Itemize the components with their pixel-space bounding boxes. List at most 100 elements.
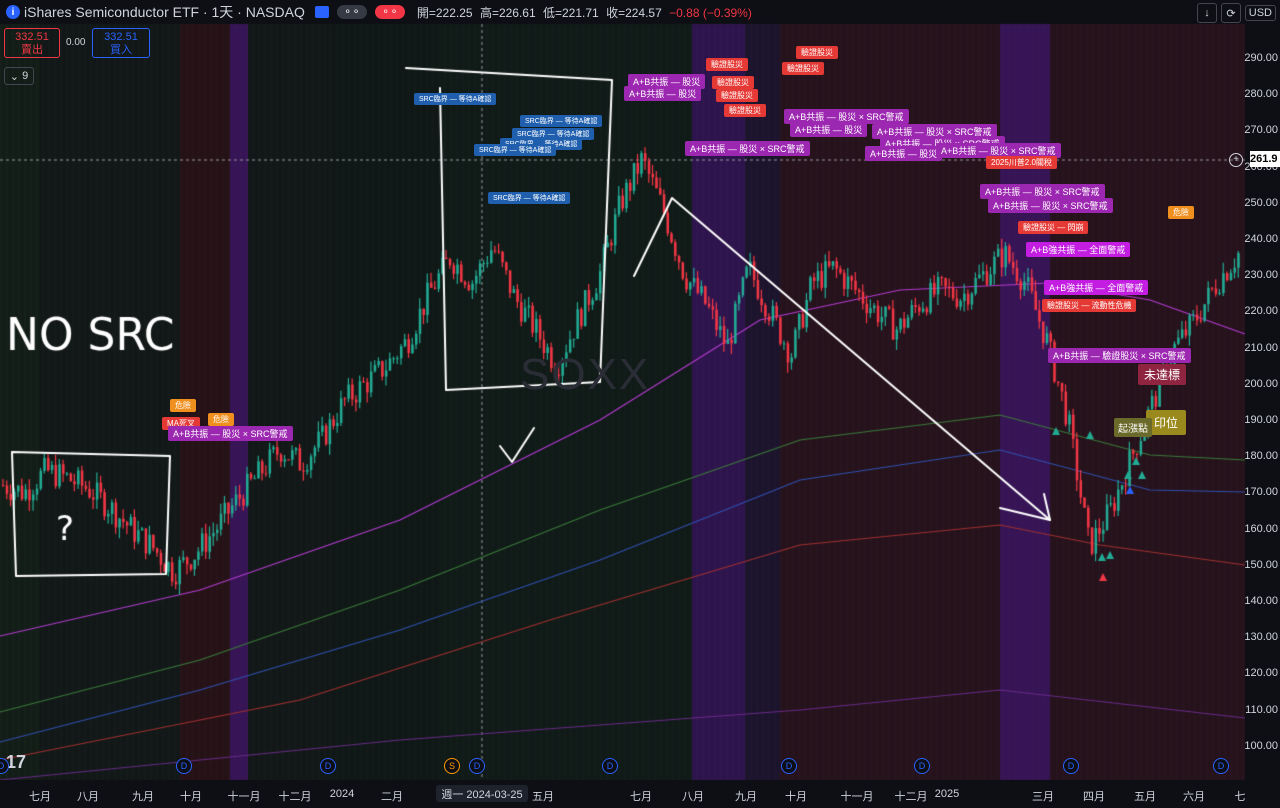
add-price-icon[interactable]: + — [1229, 153, 1243, 167]
chart-header: i iShares Semiconductor ETF · 1天 · NASDA… — [0, 0, 1280, 24]
price-tick: 100.00 — [1244, 739, 1278, 752]
src-label: SRC臨界 — 等待A確認 — [474, 144, 557, 156]
change-value: −0.88 (−0.39%) — [669, 5, 752, 20]
price-tick: 290.00 — [1244, 52, 1278, 64]
buy-label: 買入 — [110, 44, 132, 56]
price-tick: 250.00 — [1244, 196, 1278, 209]
dividend-icon[interactable]: D — [602, 758, 618, 774]
time-tick: 2024 — [329, 788, 355, 800]
low-value: 低=221.71 — [543, 5, 599, 20]
crash-label: 驗證股災 — [712, 76, 754, 89]
refresh-icon[interactable]: ⟳ — [1221, 3, 1241, 23]
price-tick: 180.00 — [1244, 450, 1278, 463]
time-tick: 十一月 — [840, 791, 874, 803]
buy-price: 332.51 — [104, 31, 138, 43]
crash-label: 驗證股災 — [782, 62, 824, 75]
price-tick: 160.00 — [1244, 522, 1278, 535]
time-tick: 八月 — [77, 791, 99, 803]
time-tick: 七月 — [29, 791, 51, 803]
time-tick: 七月 — [630, 791, 652, 803]
price-tick: 280.00 — [1244, 88, 1278, 101]
crash-label: 驗證股災 — [796, 46, 838, 59]
src-label: SRC臨界 — 等待A確認 — [488, 192, 571, 204]
price-tick: 140.00 — [1244, 595, 1278, 607]
time-tick: 五月 — [1134, 791, 1156, 803]
currency-button[interactable]: USD — [1244, 5, 1276, 21]
time-tick: 二月 — [381, 791, 403, 803]
price-tick: 190.00 — [1244, 414, 1278, 426]
dividend-icon[interactable]: D — [914, 758, 930, 774]
price-tick: 110.00 — [1245, 703, 1278, 716]
time-tick: 十月 — [785, 791, 807, 803]
price-tick: 200.00 — [1244, 377, 1278, 390]
liquidity-label: 驗證股災 — 流動性危機 — [1042, 299, 1137, 312]
price-tick: 270.00 — [1244, 124, 1278, 137]
tariff-label: 2025川普2.0關稅 — [986, 156, 1057, 169]
sell-label: 賣出 — [21, 44, 43, 56]
symbol-title[interactable]: iShares Semiconductor ETF · 1天 · NASDAQ — [24, 2, 305, 22]
buy-button[interactable]: 332.51 買入 — [92, 28, 150, 58]
indicators-collapse-button[interactable]: ⌄ 9 — [4, 67, 34, 85]
visibility-toggle-icon[interactable]: ⚬⚬ — [336, 5, 367, 19]
dividend-icon[interactable]: D — [320, 758, 336, 774]
danger-label: 危險 — [1168, 206, 1194, 219]
flash-crash-label: 驗證股災 — 閃崩 — [1018, 221, 1089, 234]
danger-label: 危險 — [208, 413, 234, 426]
time-tick: 七 — [1234, 791, 1246, 803]
mark-position-label: 印位 — [1146, 410, 1187, 435]
sell-price: 332.51 — [15, 31, 49, 43]
sell-button[interactable]: 332.51 賣出 — [4, 28, 60, 58]
strong-signal-label: A+B強共振 — 全面警戒 — [1026, 242, 1131, 257]
price-tick: 230.00 — [1244, 269, 1278, 282]
signal-label: A+B共振 — 股災 × SRC警戒 — [168, 426, 293, 441]
time-tick: 三月 — [1032, 791, 1054, 803]
time-tick: 九月 — [132, 791, 154, 803]
scroll-down-icon[interactable]: ↓ — [1197, 3, 1217, 23]
crash-label: 驗證股災 — [716, 89, 758, 102]
split-icon[interactable]: S — [444, 758, 460, 774]
current-price-tag: 261.9 — [1250, 151, 1280, 167]
time-tick: 九月 — [735, 791, 757, 803]
tradingview-logo[interactable]: 17 — [6, 752, 26, 773]
signal-label: A+B共振 — 股災 × SRC警戒 — [980, 184, 1105, 199]
open-value: 開=222.25 — [416, 5, 473, 20]
crash-label: 驗證股災 — [724, 104, 766, 117]
signal-label: A+B共振 — 股災 — [790, 122, 868, 137]
price-tick: 130.00 — [1244, 631, 1278, 644]
price-tick: 150.00 — [1244, 558, 1278, 571]
time-tick: 六月 — [1183, 791, 1205, 803]
dividend-icon[interactable]: D — [1213, 758, 1229, 774]
price-axis[interactable]: 290.00280.00270.00260.00250.00240.00230.… — [1244, 24, 1280, 780]
dividend-icon[interactable]: D — [469, 758, 485, 774]
crash-label: 驗證股災 — [706, 58, 748, 71]
time-axis[interactable]: 週一 2024-03-25 七月 八月 九月 十月 十一月 十二月 2024 二月 五月 七月 八月… — [0, 780, 1280, 808]
alert-toggle-icon[interactable]: ⚬⚬ — [374, 5, 405, 19]
verify-signal-label: A+B共振 — 驗證股災 × SRC警戒 — [1048, 348, 1191, 363]
spread-value: 0.00 — [66, 37, 86, 48]
time-tick: 十一月 — [227, 791, 261, 803]
signal-label: A+B共振 — 股災 — [624, 86, 702, 101]
src-label: SRC臨界 — 等待A確認 — [520, 115, 603, 127]
info-icon[interactable]: i — [6, 5, 20, 19]
dividend-icon[interactable]: D — [1063, 758, 1079, 774]
time-tick: 十二月 — [278, 791, 312, 803]
flag-icon[interactable] — [314, 6, 329, 18]
price-tick: 220.00 — [1244, 305, 1278, 318]
time-tick: 四月 — [1083, 791, 1105, 803]
price-tick: 120.00 — [1244, 667, 1278, 680]
signal-label: A+B共振 — 股災 × SRC警戒 — [685, 141, 810, 156]
symbol-watermark: SOXX — [520, 350, 651, 399]
not-reached-label: 未達標 — [1138, 364, 1187, 385]
signal-label: A+B共振 — 股災 — [865, 146, 943, 161]
danger-label: 危險 — [170, 399, 196, 412]
price-tick: 210.00 — [1244, 341, 1278, 354]
dividend-icon[interactable]: D — [176, 758, 192, 774]
ohlc-values: 開=222.25 高=226.61 低=221.71 收=224.57 −0.8… — [417, 4, 756, 21]
time-tick: 八月 — [682, 791, 704, 803]
dividend-icon[interactable]: D — [781, 758, 797, 774]
chevron-down-icon: ⌄ — [9, 70, 20, 83]
strong-signal-label: A+B強共振 — 全面警戒 — [1044, 280, 1149, 295]
high-value: 高=226.61 — [479, 5, 536, 20]
time-tick: 2025 — [934, 788, 960, 800]
signal-label: A+B共振 — 股災 × SRC警戒 — [988, 198, 1113, 213]
